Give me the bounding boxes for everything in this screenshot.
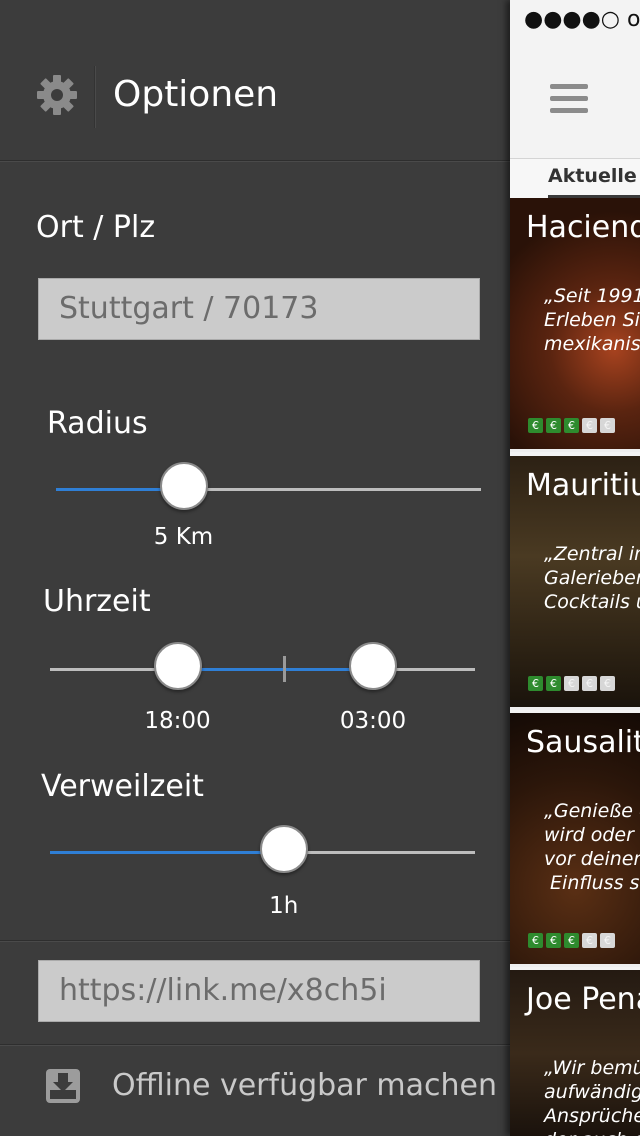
card-quote: „Zentral in Galerieberei Cocktails u [544,543,640,613]
euro-icon: € [546,418,561,433]
time-label: Uhrzeit [43,584,151,619]
gear-icon[interactable] [34,72,80,118]
euro-icon: € [528,933,543,948]
euro-icon: € [600,418,615,433]
time-range-slider[interactable] [50,640,475,700]
card-title: Sausalito [526,725,640,760]
time-from-knob[interactable] [153,642,202,690]
card-title: Haciend [526,210,640,245]
price-rating: € € € € € [528,933,615,948]
location-input[interactable]: Stuttgart / 70173 [38,278,480,340]
euro-icon: € [564,676,579,691]
page-title: Optionen [113,74,279,115]
euro-icon: € [546,676,561,691]
slider-knob[interactable] [159,462,208,510]
restaurant-card[interactable]: Sausalito „Genieße d wird oder u vor dei… [510,713,640,967]
duration-label: Verweilzeit [41,769,204,804]
euro-icon: € [546,933,561,948]
euro-icon: € [528,676,543,691]
hamburger-menu-icon[interactable] [550,82,588,116]
slider-knob[interactable] [259,825,308,873]
slider-fill [50,851,284,854]
tab-current[interactable]: Aktuelle R [548,165,640,187]
time-from-value: 18:00 [144,708,211,734]
price-rating: € € € € € [528,676,615,691]
euro-icon: € [600,933,615,948]
euro-icon: € [582,418,597,433]
euro-icon: € [582,676,597,691]
options-header: Optionen [0,0,510,162]
card-quote: „Wir bemü aufwändig Ansprüche der auch d [544,1057,640,1136]
restaurant-card[interactable]: Joe Pena „Wir bemü aufwändig Ansprüche d… [510,970,640,1136]
card-title: Mauritiu [526,468,640,503]
restaurant-card[interactable]: Mauritiu „Zentral in Galerieberei Cockta… [510,456,640,710]
euro-icon: € [582,933,597,948]
location-label: Ort / Plz [36,210,156,245]
card-quote: „Genieße d wird oder u vor deinen Einflu… [544,800,640,894]
euro-icon: € [564,418,579,433]
euro-icon: € [600,676,615,691]
offline-button[interactable]: Offline verfügbar machen [112,1066,497,1106]
euro-icon: € [528,418,543,433]
tab-bar: Aktuelle R [510,158,640,199]
slider-fill [177,668,373,671]
status-bar: ●●●●○ o2-d [524,7,640,32]
download-icon[interactable] [45,1068,81,1104]
card-title: Joe Pena [526,982,640,1017]
euro-icon: € [564,933,579,948]
card-quote: „Seit 1991 Erleben Sie mexikanisc [544,285,640,355]
restaurant-card[interactable]: Haciend „Seit 1991 Erleben Sie mexikanis… [510,198,640,452]
duration-slider[interactable] [50,823,475,883]
share-link-field[interactable]: https://link.me/x8ch5i [38,960,480,1022]
time-to-knob[interactable] [349,642,397,690]
radius-slider[interactable] [56,460,481,520]
options-drawer: Optionen Ort / Plz Stuttgart / 70173 Rad… [0,0,510,1136]
price-rating: € € € € € [528,418,615,433]
duration-value: 1h [269,893,299,919]
time-to-value: 03:00 [339,708,407,734]
radius-value: 5 Km [153,524,214,550]
app-panel: ●●●●○ o2-d Aktuelle R Haciend „Seit 1991… [510,0,640,1136]
slider-midpoint-tick [282,656,286,682]
divider [0,160,510,162]
divider [0,1044,510,1046]
radius-label: Radius [47,406,148,441]
divider [0,940,510,942]
header-divider [94,66,96,128]
